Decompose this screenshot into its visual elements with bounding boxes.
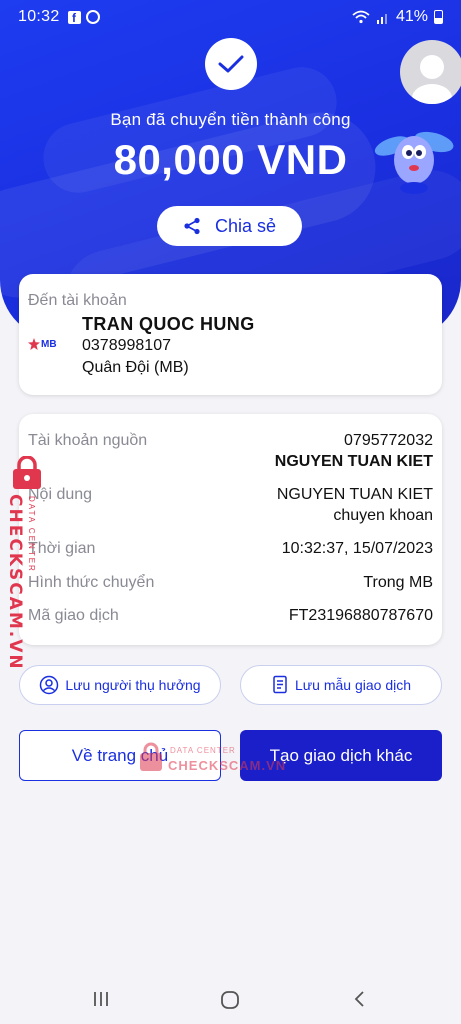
mb-bank-logo: MB bbox=[28, 338, 57, 350]
save-payee-button[interactable]: Lưu người thụ hưởng bbox=[19, 665, 221, 705]
lock-icon bbox=[13, 456, 41, 489]
recipient-card: Đến tài khoản MB TRAN QUOC HUNG 03789981… bbox=[19, 274, 442, 395]
transaction-details-card: Tài khoản nguồn 0795772032 NGUYEN TUAN K… bbox=[19, 414, 442, 645]
transfer-amount: 80,000 VND bbox=[113, 136, 348, 183]
recipient-name: TRAN QUOC HUNG bbox=[82, 314, 255, 334]
transaction-id-value: FT23196880787670 bbox=[288, 607, 433, 624]
share-button[interactable]: Chia sẻ bbox=[157, 206, 302, 246]
back-icon[interactable] bbox=[352, 990, 368, 1008]
status-bar: 10:32 f 41% bbox=[0, 0, 461, 34]
system-nav-bar bbox=[0, 980, 461, 1020]
home-nav-icon[interactable] bbox=[220, 990, 240, 1010]
method-value: Trong MB bbox=[363, 574, 433, 591]
content-value-line2: chuyen khoan bbox=[333, 507, 433, 524]
watermark-sub: DATA CENTER bbox=[27, 496, 36, 573]
messenger-icon bbox=[85, 10, 100, 24]
wifi-icon bbox=[352, 10, 370, 24]
checkscam-watermark-center: DATA CENTER CHECKSCAM.VN bbox=[138, 742, 298, 782]
save-template-label: Lưu mẫu giao dịch bbox=[295, 677, 411, 693]
status-time: 10:32 bbox=[18, 8, 60, 25]
user-avatar[interactable] bbox=[400, 40, 461, 104]
battery-percent: 41% bbox=[395, 8, 428, 25]
facebook-icon: f bbox=[67, 10, 81, 24]
share-label: Chia sẻ bbox=[214, 215, 277, 236]
save-payee-label: Lưu người thụ hưởng bbox=[65, 677, 201, 693]
document-icon bbox=[273, 675, 287, 694]
content-value-line1: NGUYEN TUAN KIET bbox=[276, 486, 433, 503]
source-account-name: NGUYEN TUAN KIET bbox=[274, 453, 433, 470]
recipient-bank: Quân Đội (MB) bbox=[82, 359, 189, 376]
save-template-button[interactable]: Lưu mẫu giao dịch bbox=[240, 665, 442, 705]
source-account-label: Tài khoản nguồn bbox=[28, 432, 148, 449]
recents-icon[interactable] bbox=[92, 990, 110, 1008]
signal-icon bbox=[376, 14, 387, 24]
lock-icon bbox=[140, 742, 162, 771]
recipient-label: Đến tài khoản bbox=[28, 292, 127, 309]
share-icon bbox=[184, 217, 200, 235]
recipient-account: 0378998107 bbox=[82, 337, 171, 354]
time-value: 10:32:37, 15/07/2023 bbox=[281, 540, 433, 557]
watermark-center-brand: CHECKSCAM.VN bbox=[168, 758, 287, 773]
watermark-brand: CHECKSCAM.VN bbox=[5, 494, 25, 671]
battery-icon bbox=[434, 10, 443, 24]
watermark-center-sub: DATA CENTER bbox=[170, 746, 236, 755]
success-message: Bạn đã chuyển tiền thành công bbox=[110, 110, 351, 129]
success-check-icon bbox=[205, 38, 257, 90]
checkscam-watermark-vertical: CHECKSCAM.VN DATA CENTER bbox=[3, 452, 49, 671]
source-account-value: 0795772032 bbox=[344, 432, 433, 449]
person-icon bbox=[40, 675, 59, 695]
